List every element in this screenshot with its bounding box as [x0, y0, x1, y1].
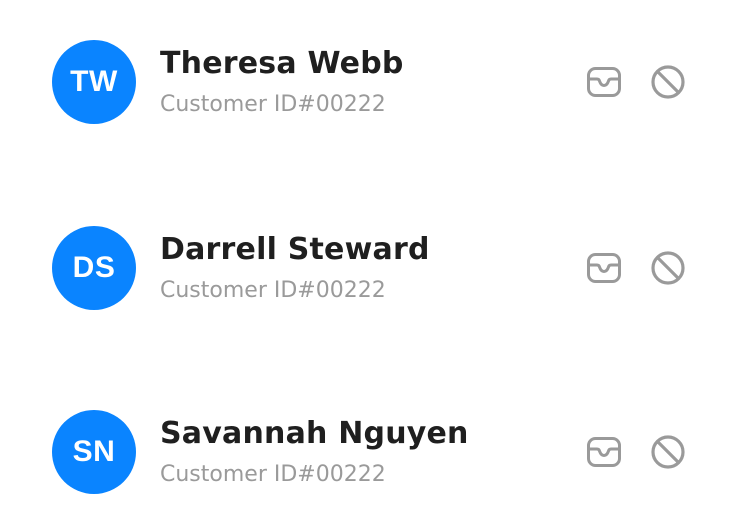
customer-id: Customer ID#00222	[160, 92, 386, 117]
customer-list: TW Theresa Webb Customer ID#00222 DS Dar…	[0, 0, 736, 506]
customer-name: Darrell Steward	[160, 232, 430, 267]
avatar-initials: TW	[70, 65, 118, 98]
avatar: DS	[52, 226, 136, 310]
inbox-icon	[587, 253, 621, 283]
customer-row: DS Darrell Steward Customer ID#00222	[0, 218, 736, 318]
block-icon	[651, 251, 685, 285]
block-icon	[651, 65, 685, 99]
customer-name: Savannah Nguyen	[160, 416, 469, 451]
block-icon	[651, 435, 685, 469]
block-button[interactable]	[648, 432, 688, 472]
inbox-icon	[587, 67, 621, 97]
avatar-initials: DS	[72, 251, 116, 284]
customer-row: TW Theresa Webb Customer ID#00222	[0, 32, 736, 132]
customer-name: Theresa Webb	[160, 46, 404, 81]
block-button[interactable]	[648, 248, 688, 288]
customer-id: Customer ID#00222	[160, 462, 386, 487]
message-button[interactable]	[584, 432, 624, 472]
customer-id: Customer ID#00222	[160, 278, 386, 303]
avatar: SN	[52, 410, 136, 494]
customer-row: SN Savannah Nguyen Customer ID#00222	[0, 402, 736, 502]
message-button[interactable]	[584, 248, 624, 288]
avatar-initials: SN	[72, 435, 116, 468]
message-button[interactable]	[584, 62, 624, 102]
avatar: TW	[52, 40, 136, 124]
block-button[interactable]	[648, 62, 688, 102]
inbox-icon	[587, 437, 621, 467]
